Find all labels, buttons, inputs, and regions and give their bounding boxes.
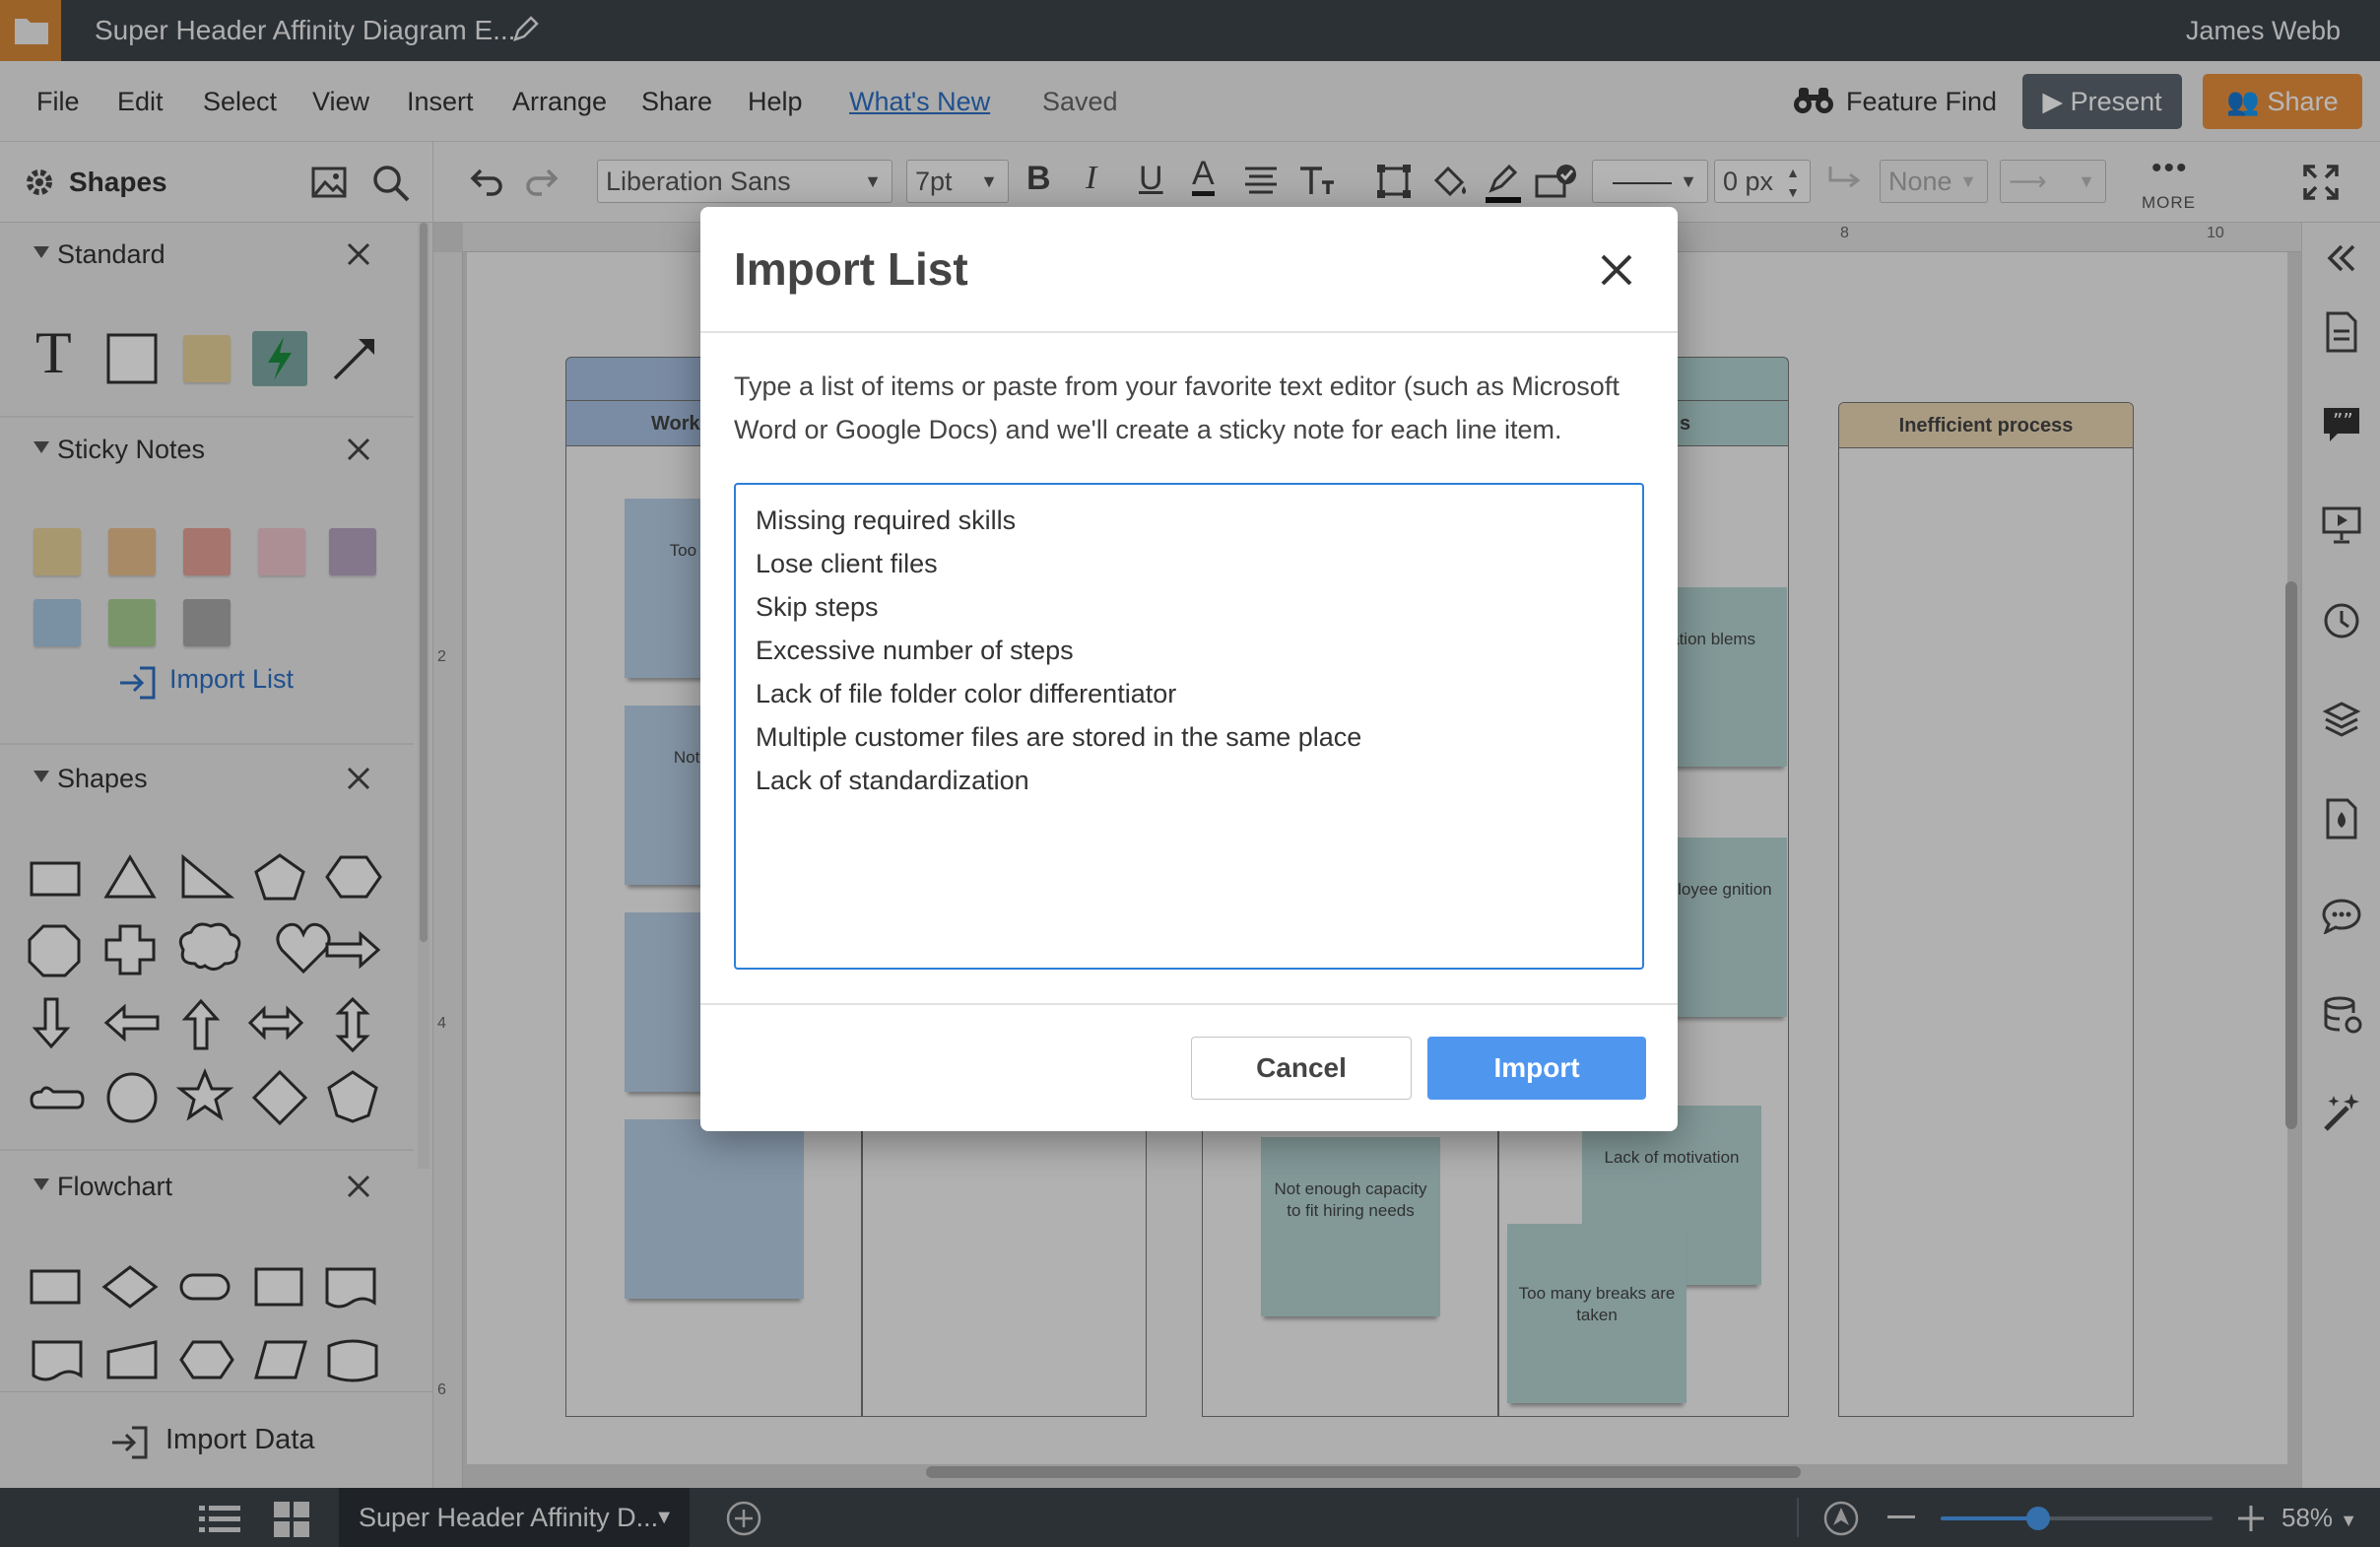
dialog-divider — [700, 331, 1678, 333]
import-button[interactable]: Import — [1427, 1037, 1646, 1100]
import-list-textarea[interactable] — [734, 483, 1644, 970]
dialog-divider — [700, 1003, 1678, 1005]
close-icon[interactable] — [1599, 252, 1634, 288]
dialog-description: Type a list of items or paste from your … — [734, 371, 1620, 444]
cancel-button[interactable]: Cancel — [1191, 1037, 1412, 1100]
dialog-title: Import List — [734, 243, 968, 295]
import-list-dialog: Import List Type a list of items or past… — [700, 207, 1678, 1131]
